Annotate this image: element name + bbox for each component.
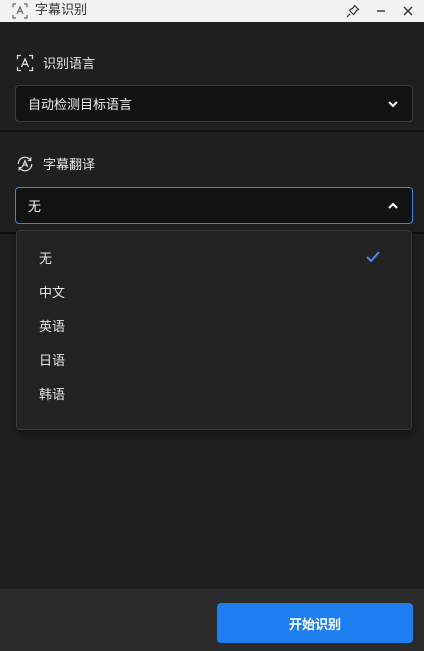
window-title: 字幕识别 [35, 3, 88, 18]
option-label: 无 [39, 251, 53, 267]
title-bar[interactable]: 字幕识别 [0, 0, 424, 22]
recognition-language-select[interactable]: 自动检测目标语言 [15, 85, 413, 122]
translation-dropdown-menu: 无 中文 英语 日语 韩语 [16, 230, 412, 430]
subtitle-translation-header: 字幕翻译 [16, 154, 95, 173]
dropdown-option-korean[interactable]: 韩语 [17, 376, 411, 410]
language-scan-icon [16, 54, 34, 72]
option-label: 日语 [39, 353, 66, 369]
start-recognition-button[interactable]: 开始识别 [217, 603, 413, 643]
section-divider [0, 130, 424, 132]
chevron-down-icon [386, 97, 400, 111]
dropdown-option-japanese[interactable]: 日语 [17, 342, 411, 376]
option-label: 中文 [39, 285, 66, 301]
dropdown-option-chinese[interactable]: 中文 [17, 274, 411, 308]
dropdown-option-none[interactable]: 无 [17, 240, 411, 274]
recognition-language-label: 识别语言 [43, 57, 96, 72]
recognition-language-header: 识别语言 [16, 53, 95, 72]
pin-icon[interactable] [343, 1, 363, 21]
translate-icon [16, 155, 34, 173]
check-icon [365, 250, 381, 264]
subtitle-recognition-window: 字幕识别 识别语言 自动检测目标语言 字幕翻译 无 无 中文 英语 日语 韩语 … [0, 0, 424, 651]
option-label: 韩语 [39, 387, 66, 403]
close-icon[interactable] [398, 1, 418, 21]
translation-language-value: 无 [28, 200, 42, 215]
translation-language-select[interactable]: 无 [15, 187, 413, 224]
option-label: 英语 [39, 319, 66, 335]
recognition-language-value: 自动检测目标语言 [28, 98, 133, 113]
minimize-icon[interactable] [371, 1, 391, 21]
footer-bar: 开始识别 [0, 589, 424, 651]
chevron-up-icon [386, 199, 400, 213]
dropdown-option-english[interactable]: 英语 [17, 308, 411, 342]
subtitle-translation-label: 字幕翻译 [43, 158, 96, 173]
scan-text-icon [12, 3, 28, 19]
